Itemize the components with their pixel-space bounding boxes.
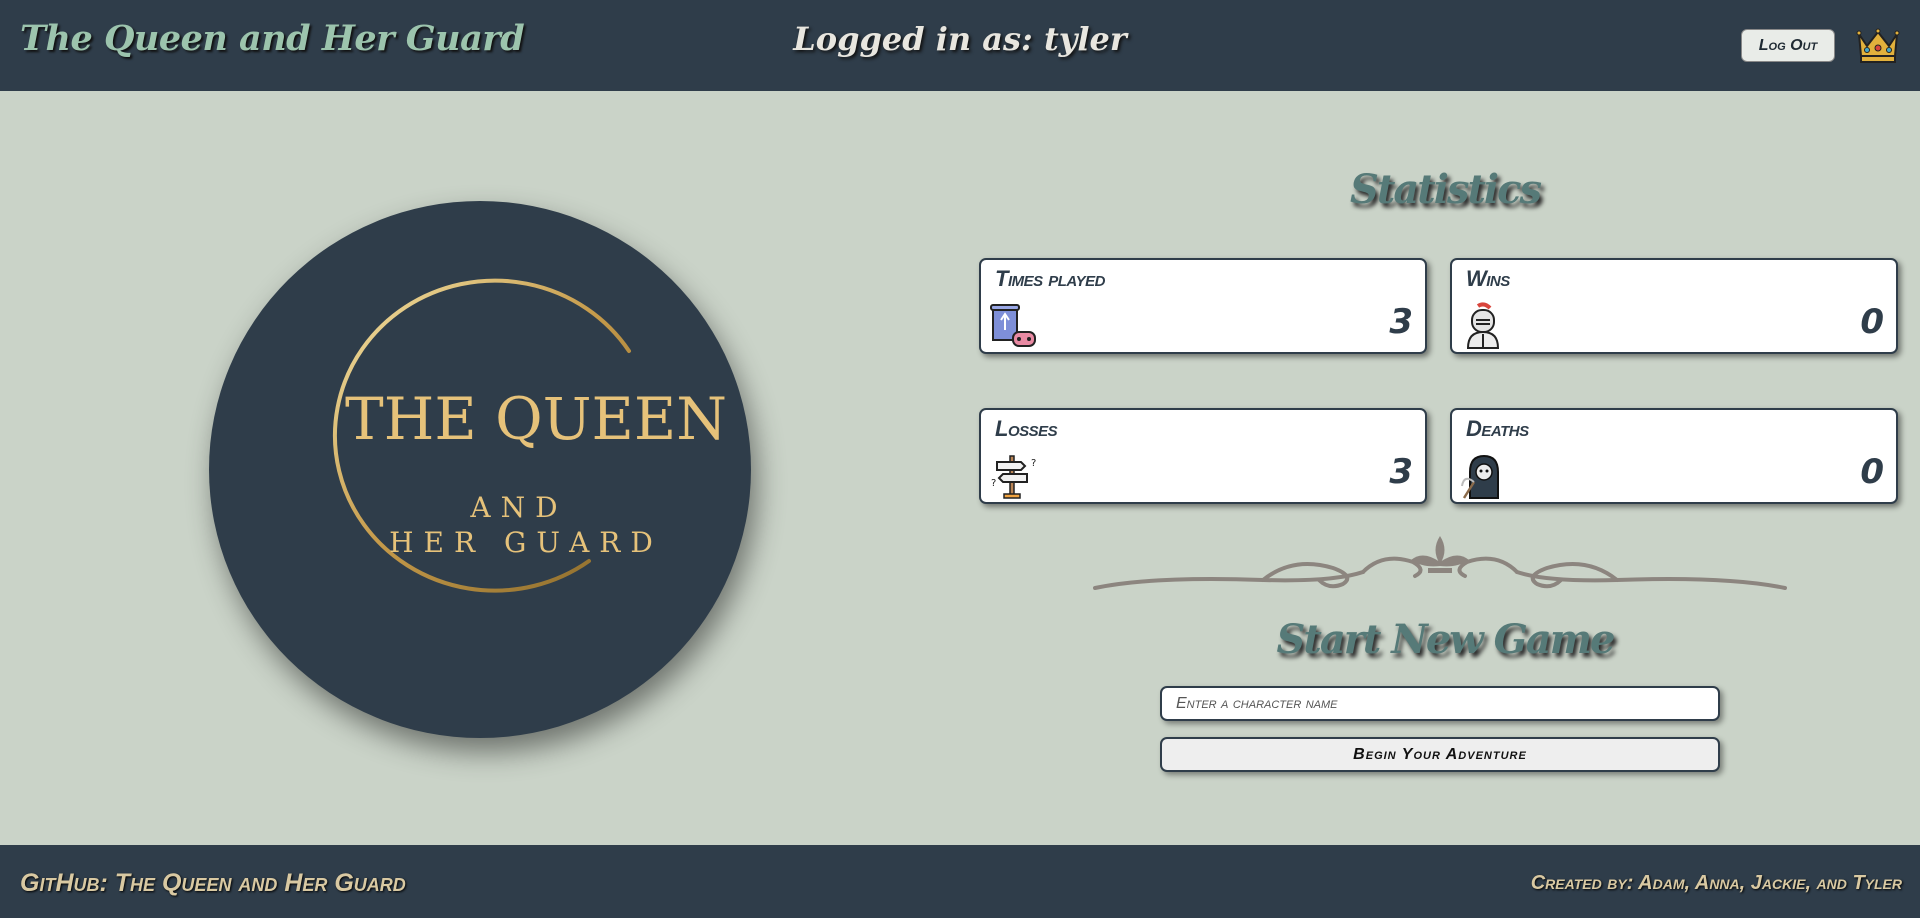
character-name-input[interactable] — [1160, 686, 1720, 721]
logo-line2: AND — [469, 491, 567, 524]
logo-emblem: THE QUEEN AND HER GUARD — [332, 278, 727, 593]
grim-reaper-icon — [1461, 454, 1499, 499]
stat-card-times-played: Times played 3 — [979, 258, 1427, 354]
stat-value: 0 — [1860, 302, 1884, 342]
statistics-title: Statistics — [1349, 166, 1542, 213]
stat-label: Times played — [995, 266, 1105, 291]
logo-line3: HER GUARD — [389, 526, 663, 559]
stat-card-losses: Losses ? ? 3 — [979, 408, 1427, 504]
top-header: The Queen and Her Guard Logged in as: ty… — [0, 0, 1920, 91]
svg-text:?: ? — [991, 478, 996, 489]
scroll-gamepad-icon — [990, 304, 1036, 347]
credits-text: Created by: Adam, Anna, Jackie, and Tyle… — [1530, 872, 1902, 894]
logged-in-status: Logged in as: tyler — [793, 20, 1127, 58]
crown-icon[interactable] — [1856, 26, 1900, 64]
stat-card-deaths: Deaths 0 — [1450, 408, 1898, 504]
flourish-divider — [1093, 536, 1787, 590]
footer: GitHub: The Queen and Her Guard Created … — [0, 845, 1920, 918]
stat-value: 0 — [1860, 452, 1884, 492]
knight-icon — [1466, 302, 1500, 349]
game-logo: THE QUEEN AND HER GUARD — [209, 201, 751, 738]
start-new-game-title: Start New Game — [1276, 616, 1616, 663]
github-link[interactable]: GitHub: The Queen and Her Guard — [20, 869, 406, 898]
logout-button[interactable]: Log Out — [1741, 29, 1835, 62]
stat-card-wins: Wins 0 — [1450, 258, 1898, 354]
stat-label: Wins — [1466, 266, 1510, 291]
stat-label: Losses — [995, 416, 1058, 441]
signpost-icon: ? ? — [991, 455, 1036, 499]
stat-value: 3 — [1389, 452, 1413, 492]
stat-value: 3 — [1389, 302, 1413, 342]
logo-line1: THE QUEEN — [345, 385, 727, 453]
svg-text:?: ? — [1031, 458, 1036, 469]
stat-label: Deaths — [1466, 416, 1529, 441]
begin-adventure-button[interactable]: Begin Your Adventure — [1160, 737, 1720, 772]
